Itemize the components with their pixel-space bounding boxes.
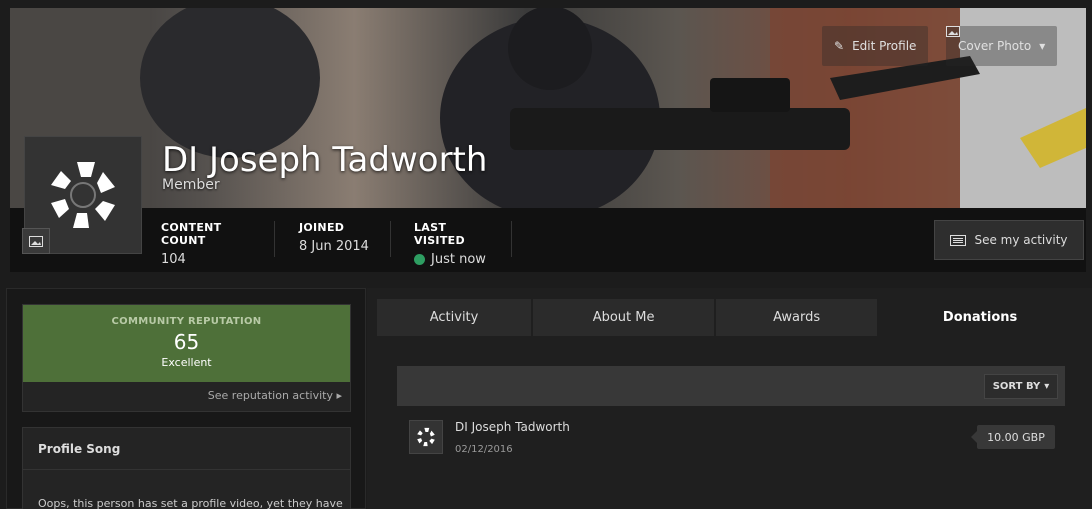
stat-joined: JOINED 8 Jun 2014: [299, 221, 391, 257]
donations-toolbar: SORT BY ▾: [397, 366, 1065, 406]
default-avatar-icon: [417, 427, 435, 447]
cover-photo-button[interactable]: Cover Photo ▾: [946, 26, 1058, 66]
edit-profile-button[interactable]: ✎ Edit Profile: [822, 26, 929, 66]
caret-down-icon: ▾: [1039, 39, 1046, 53]
reputation-value: 65: [173, 330, 200, 354]
activity-feed-icon: [950, 234, 967, 246]
sort-by-button[interactable]: SORT BY ▾: [984, 374, 1058, 399]
image-icon: [946, 26, 960, 37]
see-my-activity-button[interactable]: See my activity: [934, 220, 1084, 260]
profile-song-message: Oops, this person has set a profile vide…: [38, 497, 343, 509]
user-group: Member: [162, 177, 220, 193]
image-icon: [29, 235, 43, 247]
pencil-icon: ✎: [834, 39, 845, 53]
profile-song-widget: Profile Song Oops, this person has set a…: [22, 427, 351, 509]
donation-row: DI Joseph Tadworth 02/12/2016 10.00 GBP: [397, 406, 1065, 466]
donation-date: 02/12/2016: [455, 444, 513, 455]
donor-name[interactable]: DI Joseph Tadworth: [455, 420, 570, 434]
stat-last-visited: LAST VISITED Just now: [414, 221, 512, 267]
stat-content-count: CONTENT COUNT 104: [161, 221, 275, 267]
tab-awards[interactable]: Awards: [716, 299, 878, 336]
caret-down-icon: ▾: [1044, 381, 1050, 392]
tab-activity[interactable]: Activity: [377, 299, 532, 336]
online-status-dot: [414, 254, 425, 265]
tab-about-me[interactable]: About Me: [533, 299, 715, 336]
reputation-widget: COMMUNITY REPUTATION 65 Excellent See re…: [22, 304, 351, 412]
change-avatar-button[interactable]: [22, 228, 50, 254]
profile-name: DI Joseph Tadworth: [162, 140, 488, 180]
tab-donations[interactable]: Donations: [879, 299, 1081, 336]
default-avatar-icon: [51, 162, 115, 228]
chevron-right-icon: ▸: [336, 389, 342, 402]
profile-song-title: Profile Song: [23, 428, 350, 470]
reputation-level: Excellent: [161, 356, 212, 369]
see-reputation-activity-link[interactable]: See reputation activity ▸: [208, 389, 342, 402]
donor-avatar[interactable]: [409, 420, 443, 454]
donation-amount: 10.00 GBP: [971, 425, 1055, 449]
profile-page: ✎ Edit Profile Cover Photo ▾ DI Joseph T…: [0, 0, 1092, 509]
profile-tabs: Activity About Me Awards Donations: [377, 299, 1083, 336]
